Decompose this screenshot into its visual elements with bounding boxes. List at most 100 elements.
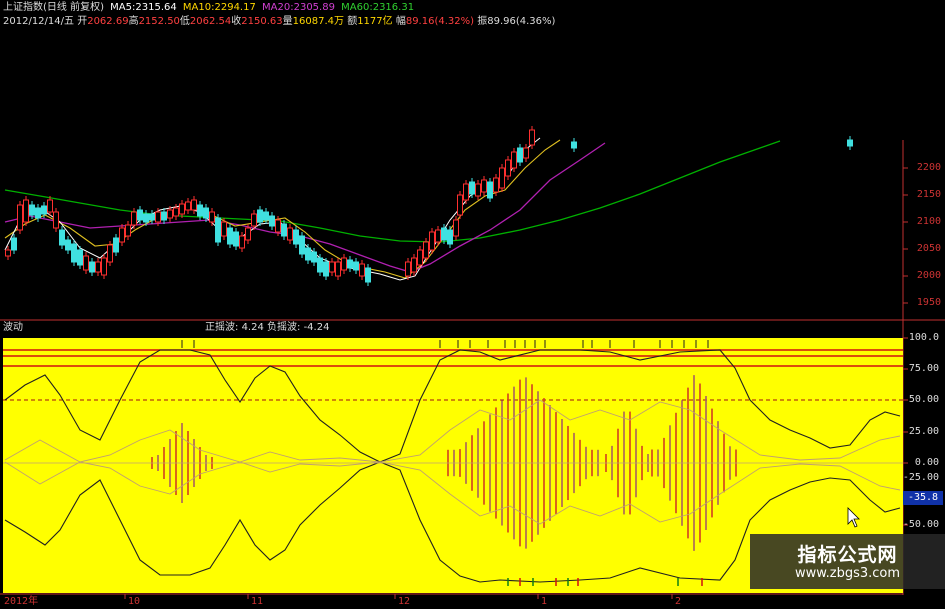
candle-body xyxy=(405,261,411,277)
candle-body xyxy=(347,259,353,269)
candle-body xyxy=(417,249,423,266)
price-axis-2050: 2050 xyxy=(916,243,941,254)
ma60-line xyxy=(4,140,781,243)
candle-body xyxy=(167,209,173,219)
candle-body xyxy=(329,261,335,273)
candle-body xyxy=(179,203,185,215)
candle-body xyxy=(113,237,119,253)
candle-body xyxy=(125,224,131,237)
watermark-logo: 指标公式网 www.zbgs3.com xyxy=(750,534,945,589)
candle-body xyxy=(185,201,191,211)
candle-body xyxy=(335,261,341,277)
candle-body xyxy=(365,267,371,283)
indicator-values: 正摇波: 4.24 负摇波: -4.24 xyxy=(205,322,329,334)
candle-body xyxy=(311,251,317,263)
candle-body xyxy=(155,211,161,223)
candle-body xyxy=(353,261,359,271)
price-axis-2100: 2100 xyxy=(916,216,941,227)
candle-body xyxy=(435,229,441,243)
indicator-name: 波动 xyxy=(3,322,23,333)
candle-body xyxy=(275,219,281,233)
candle-body xyxy=(251,213,257,227)
candle-body xyxy=(233,231,239,247)
date-label-11: 11 xyxy=(251,596,264,607)
price-axis-2150: 2150 xyxy=(916,189,941,200)
candle-body xyxy=(847,139,853,147)
candle-body xyxy=(469,181,475,195)
candle-body xyxy=(305,247,311,261)
candle-body xyxy=(29,204,35,216)
crosshair-value-readout: -35.8 xyxy=(903,491,943,505)
candle-body xyxy=(35,207,41,219)
candle-body xyxy=(215,217,221,243)
candle-body xyxy=(481,179,487,193)
positive-wave-value: 4.24 xyxy=(241,322,264,333)
candle-body xyxy=(287,227,293,241)
candle-body xyxy=(457,194,463,216)
candle-body xyxy=(59,229,65,246)
candle-body xyxy=(263,211,269,221)
candle-body xyxy=(203,207,209,219)
candle-body xyxy=(447,229,453,245)
candle-body xyxy=(83,255,89,271)
candle-body xyxy=(517,147,523,163)
candle-body xyxy=(493,177,499,193)
price-axis-ticks xyxy=(903,167,908,304)
candle-body xyxy=(71,243,77,263)
candle-body xyxy=(137,209,143,221)
candle-body xyxy=(95,261,101,273)
candle-body xyxy=(143,213,149,223)
date-label-1: 1 xyxy=(541,596,548,607)
price-axis-1950: 1950 xyxy=(916,297,941,308)
candle-body xyxy=(191,199,197,211)
date-label-10: 10 xyxy=(128,596,141,607)
candle-body xyxy=(257,209,263,223)
candle-body xyxy=(17,204,23,231)
candle-body xyxy=(107,244,113,263)
watermark-title: 指标公式网 xyxy=(797,544,898,566)
candle-body xyxy=(341,257,347,271)
candle-body xyxy=(441,227,447,241)
candle-body xyxy=(209,211,215,223)
candle-body xyxy=(149,213,155,221)
indicator-axis-100: 100.0 xyxy=(908,332,939,343)
price-axis-2200: 2200 xyxy=(916,162,941,173)
indicator-axis-25: 25.00 xyxy=(908,426,939,437)
candle-body xyxy=(5,249,11,257)
candle-body xyxy=(269,215,275,227)
price-axis-2000: 2000 xyxy=(916,270,941,281)
candle-body xyxy=(53,211,59,229)
indicator-axis-neg50: -50.00 xyxy=(902,519,939,530)
positive-wave-label: 正摇波: xyxy=(205,322,239,333)
candle-body xyxy=(499,167,505,189)
date-label-12: 12 xyxy=(398,596,411,607)
candle-body xyxy=(239,235,245,249)
negative-wave-value: -4.24 xyxy=(303,322,330,333)
candle-body xyxy=(323,261,329,277)
candle-body xyxy=(119,227,125,243)
indicator-axis-50: 50.00 xyxy=(908,394,939,405)
candle-body xyxy=(77,249,83,266)
candle-body xyxy=(487,181,493,199)
candle-body xyxy=(161,211,167,221)
candle-body xyxy=(505,159,511,177)
candle-body xyxy=(359,263,365,277)
date-label-2012: 2012年 xyxy=(4,596,39,607)
candle-body xyxy=(227,227,233,245)
candle-body xyxy=(511,151,517,169)
candle-body xyxy=(89,261,95,273)
candle-body xyxy=(411,257,417,273)
candle-body xyxy=(429,231,435,251)
candle-body xyxy=(23,199,29,223)
date-label-2: 2 xyxy=(675,596,682,607)
candle-body xyxy=(173,207,179,217)
candle-body xyxy=(529,129,535,146)
candle-body xyxy=(293,229,299,245)
negative-wave-label: 负摇波: xyxy=(267,322,301,333)
candle-body xyxy=(41,205,47,215)
candle-body xyxy=(11,237,17,251)
candle-body xyxy=(65,239,71,251)
candle-body xyxy=(221,221,227,237)
candle-body xyxy=(101,257,107,276)
price-chart[interactable] xyxy=(0,0,945,609)
